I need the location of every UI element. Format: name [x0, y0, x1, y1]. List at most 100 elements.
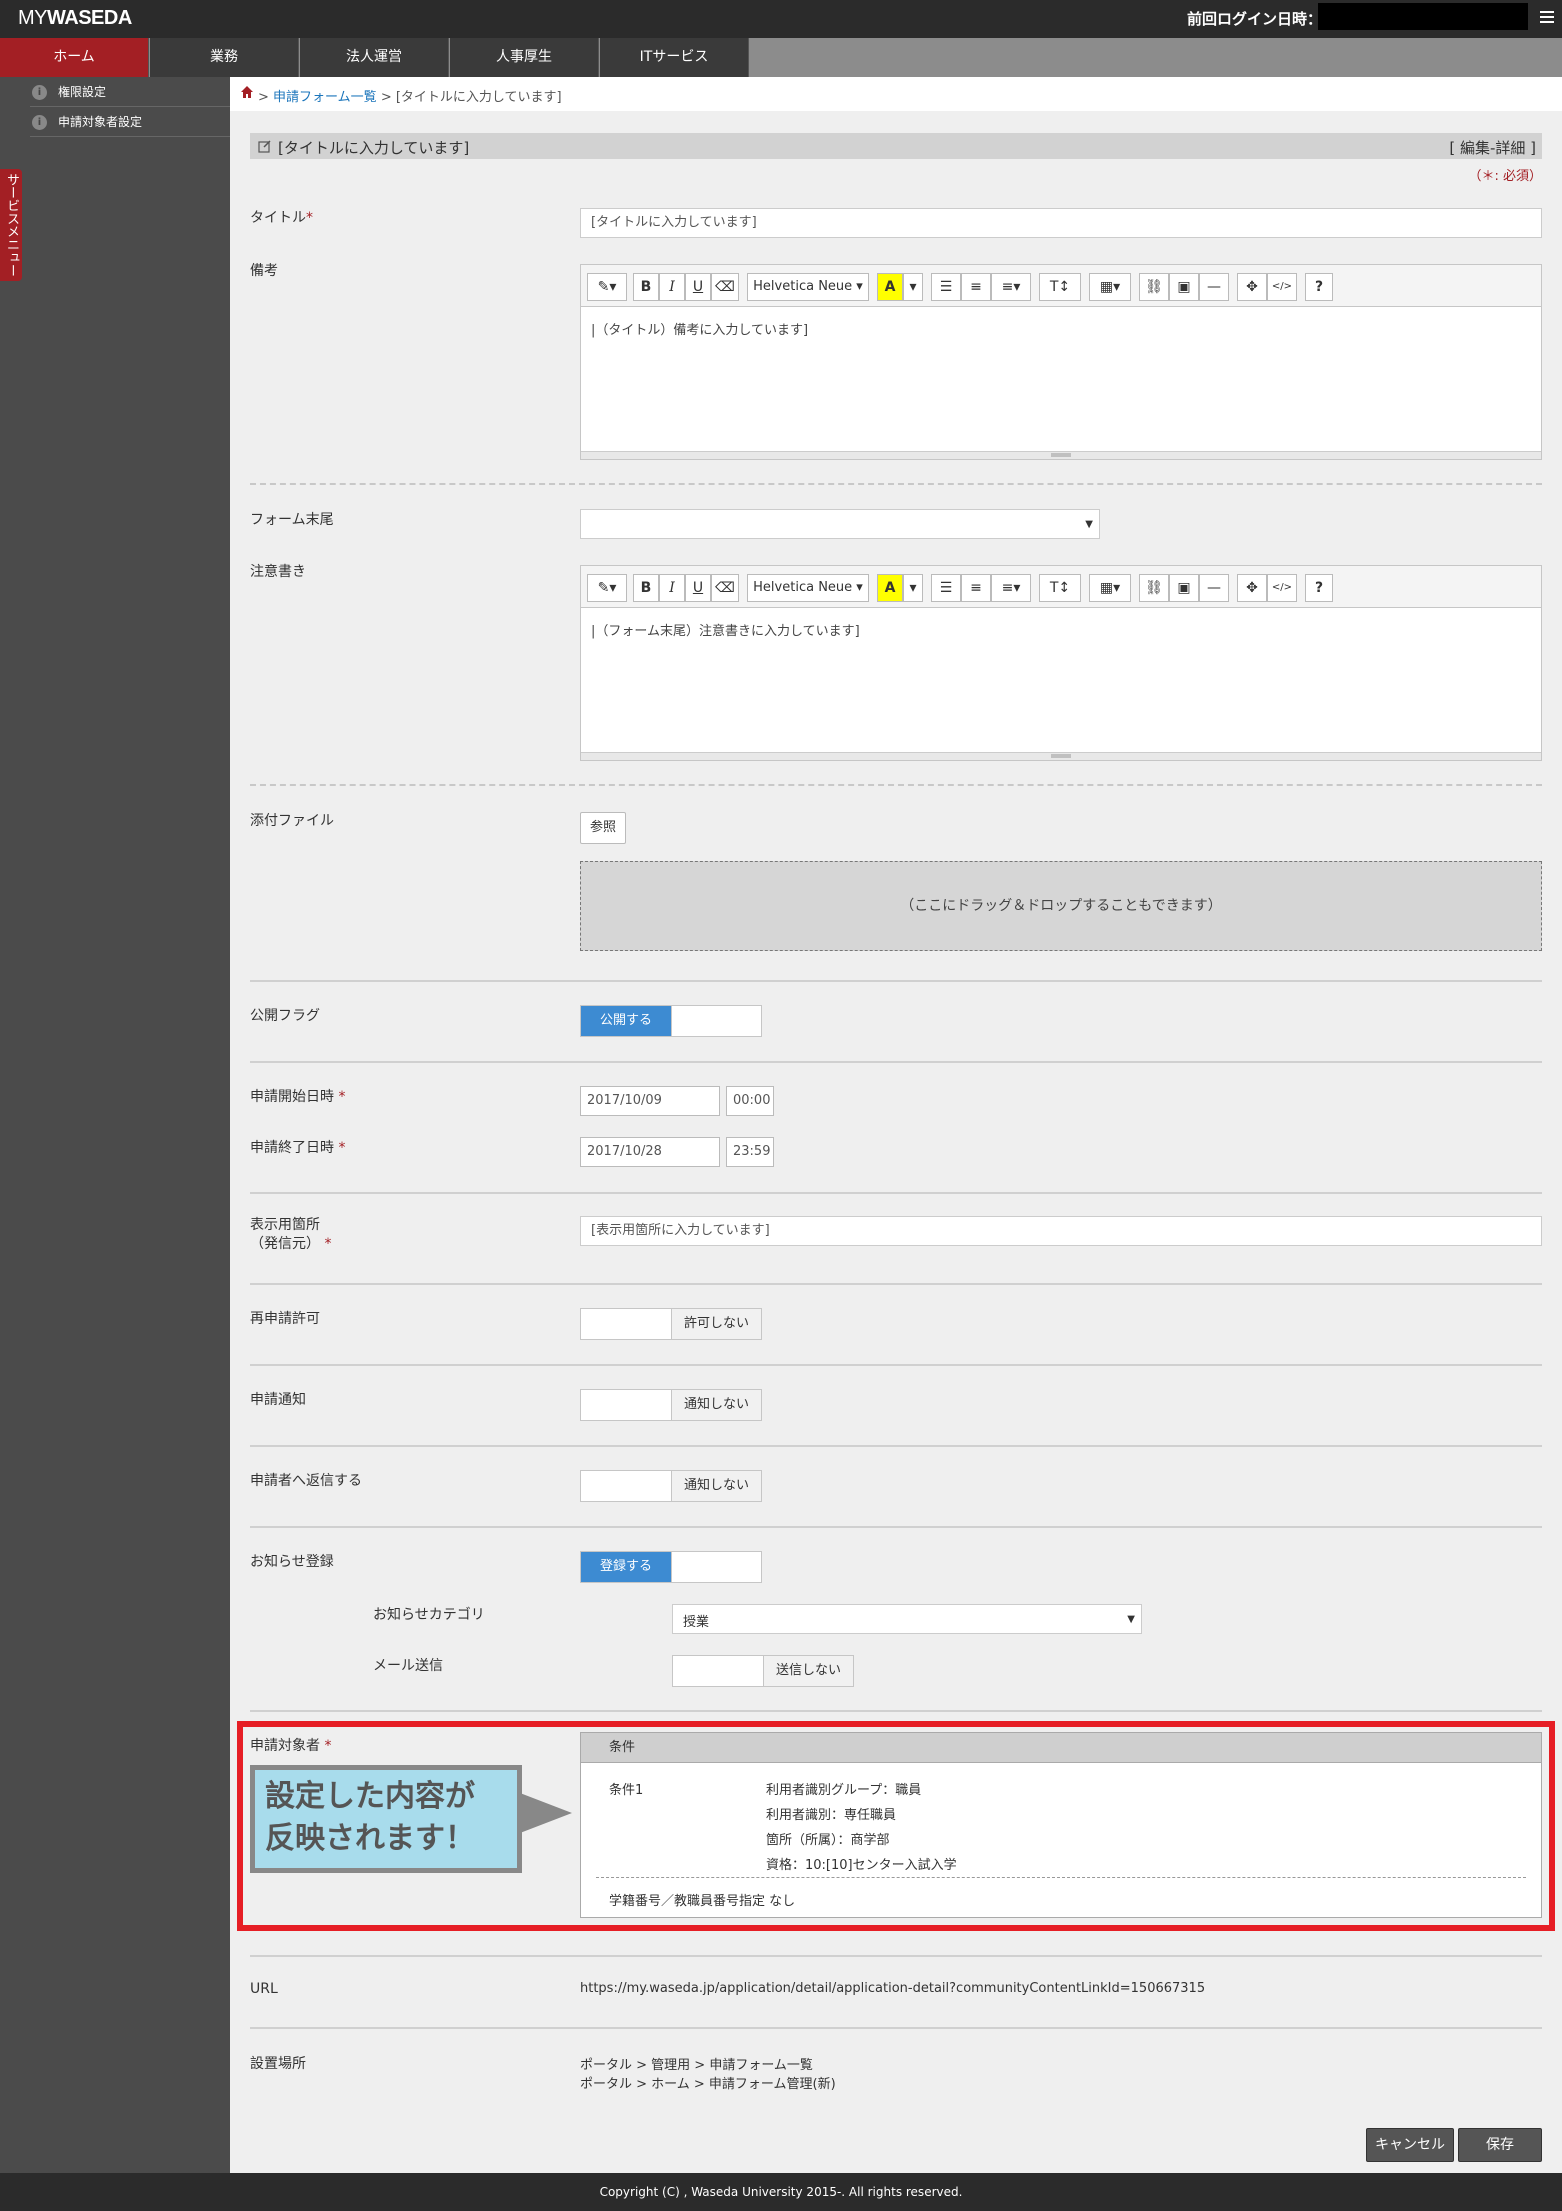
tab-business[interactable]: 業務	[150, 38, 299, 77]
tab-it-service[interactable]: ITサービス	[600, 38, 749, 77]
image-icon[interactable]: ▣	[1169, 574, 1199, 602]
magic-icon[interactable]: ✎▾	[587, 273, 627, 301]
remarks-editor-body[interactable]: |（タイトル）備考に入力しています]	[581, 307, 1541, 452]
mail-toggle-on[interactable]	[673, 1656, 763, 1686]
cancel-button[interactable]: キャンセル	[1366, 2128, 1454, 2162]
image-icon[interactable]: ▣	[1169, 273, 1199, 301]
service-menu-tab[interactable]: サービスメニュー	[0, 169, 22, 281]
news-toggle-on[interactable]: 登録する	[581, 1552, 671, 1582]
italic-button[interactable]: I	[659, 574, 685, 602]
tab-home[interactable]: ホーム	[0, 38, 149, 77]
reply-toggle-on[interactable]	[581, 1471, 671, 1501]
help-button[interactable]: ?	[1305, 574, 1333, 602]
title-input[interactable]: [タイトルに入力しています]	[580, 208, 1542, 238]
hr-icon[interactable]: —	[1199, 273, 1229, 301]
condition-line: 利用者識別グループ：職員	[766, 1783, 922, 1798]
divider	[250, 483, 1542, 485]
font-select[interactable]: Helvetica Neue ▾	[747, 574, 869, 602]
condition-line: 資格：10:[10]センター入試入学	[766, 1858, 957, 1873]
help-button[interactable]: ?	[1305, 273, 1333, 301]
italic-button[interactable]: I	[659, 273, 685, 301]
menu-icon[interactable]	[1540, 11, 1554, 25]
text-size-button[interactable]: T↕	[1039, 574, 1081, 602]
align-icon[interactable]: ≡▾	[991, 273, 1031, 301]
publish-toggle[interactable]: 公開する	[580, 1005, 762, 1037]
editor-resize-bar[interactable]	[581, 752, 1541, 760]
code-view-button[interactable]: </>	[1267, 574, 1297, 602]
display-input[interactable]: [表示用箇所に入力しています]	[580, 1216, 1542, 1246]
divider	[250, 1364, 1542, 1366]
location-label: 設置場所	[250, 2056, 306, 2072]
breadcrumb-link-form-list[interactable]: 申請フォーム一覧	[273, 90, 377, 105]
eraser-icon[interactable]: ⌫	[711, 273, 739, 301]
editor-resize-bar[interactable]	[581, 451, 1541, 459]
last-login-redacted	[1318, 3, 1528, 30]
magic-icon[interactable]: ✎▾	[587, 574, 627, 602]
notify-toggle[interactable]: 通知しない	[580, 1389, 762, 1421]
sidebar-item-target-settings[interactable]: i 申請対象者設定	[32, 108, 142, 136]
eraser-icon[interactable]: ⌫	[711, 574, 739, 602]
divider	[250, 2027, 1542, 2029]
numbered-list-icon[interactable]: ≡	[961, 273, 991, 301]
publish-label: 公開フラグ	[250, 1008, 320, 1024]
chevron-down-icon[interactable]: ▾	[903, 273, 923, 301]
code-view-button[interactable]: </>	[1267, 273, 1297, 301]
conditions-panel: 条件 条件1 利用者識別グループ：職員 利用者識別：専任職員 箇所（所属）：商学…	[580, 1732, 1542, 1918]
text-size-button[interactable]: T↕	[1039, 273, 1081, 301]
font-select[interactable]: Helvetica Neue ▾	[747, 273, 869, 301]
notify-toggle-off[interactable]: 通知しない	[671, 1390, 761, 1420]
chevron-down-icon[interactable]: ▾	[903, 574, 923, 602]
align-icon[interactable]: ≡▾	[991, 574, 1031, 602]
publish-toggle-off[interactable]	[671, 1006, 761, 1036]
notify-toggle-on[interactable]	[581, 1390, 671, 1420]
underline-button[interactable]: U	[685, 273, 711, 301]
numbered-list-icon[interactable]: ≡	[961, 574, 991, 602]
form-tail-select[interactable]: ▼	[580, 509, 1100, 539]
start-time-input[interactable]: 00:00	[726, 1086, 774, 1116]
divider	[250, 1283, 1542, 1285]
news-category-label: お知らせカテゴリ	[373, 1607, 485, 1623]
divider	[250, 784, 1542, 786]
main-nav: ホーム 業務 法人運営 人事厚生 ITサービス	[0, 38, 1562, 77]
news-toggle-off[interactable]	[671, 1552, 761, 1582]
news-category-select[interactable]: 授業 ▼	[672, 1604, 1142, 1634]
bold-button[interactable]: B	[633, 574, 659, 602]
table-icon[interactable]: ▦▾	[1089, 273, 1131, 301]
dropzone[interactable]: （ここにドラッグ＆ドロップすることもできます）	[580, 861, 1542, 951]
link-icon[interactable]: ⛓	[1139, 273, 1169, 301]
browse-button[interactable]: 参照	[580, 812, 626, 844]
highlight-button[interactable]: A	[877, 273, 903, 301]
fullscreen-icon[interactable]: ✥	[1237, 574, 1267, 602]
condition-line: 箇所（所属）：商学部	[766, 1833, 890, 1848]
start-date-input[interactable]: 2017/10/09	[580, 1086, 720, 1116]
tab-corporate[interactable]: 法人運営	[300, 38, 449, 77]
editor-toolbar: ✎▾ B I U ⌫ Helvetica Neue ▾ A ▾ ☰ ≡ ≡▾ T…	[581, 566, 1541, 608]
bullet-list-icon[interactable]: ☰	[931, 273, 961, 301]
bold-button[interactable]: B	[633, 273, 659, 301]
home-icon[interactable]	[240, 85, 254, 99]
mail-toggle[interactable]: 送信しない	[672, 1655, 854, 1687]
reapply-toggle-off[interactable]: 許可しない	[671, 1309, 761, 1339]
end-time-input[interactable]: 23:59	[726, 1137, 774, 1167]
highlight-button[interactable]: A	[877, 574, 903, 602]
reply-toggle-off[interactable]: 通知しない	[671, 1471, 761, 1501]
reapply-toggle-on[interactable]	[581, 1309, 671, 1339]
bullet-list-icon[interactable]: ☰	[931, 574, 961, 602]
mail-toggle-off[interactable]: 送信しない	[763, 1656, 853, 1686]
news-toggle[interactable]: 登録する	[580, 1551, 762, 1583]
reply-toggle[interactable]: 通知しない	[580, 1470, 762, 1502]
notes-editor-body[interactable]: |（フォーム末尾）注意書きに入力しています]	[581, 608, 1541, 753]
end-date-input[interactable]: 2017/10/28	[580, 1137, 720, 1167]
save-button[interactable]: 保存	[1458, 2128, 1542, 2162]
sidebar-divider	[30, 136, 230, 137]
publish-toggle-on[interactable]: 公開する	[581, 1006, 671, 1036]
fullscreen-icon[interactable]: ✥	[1237, 273, 1267, 301]
table-icon[interactable]: ▦▾	[1089, 574, 1131, 602]
underline-button[interactable]: U	[685, 574, 711, 602]
hr-icon[interactable]: —	[1199, 574, 1229, 602]
logo[interactable]: MYWASEDA	[18, 7, 132, 30]
sidebar-item-permissions[interactable]: i 権限設定	[32, 78, 106, 106]
link-icon[interactable]: ⛓	[1139, 574, 1169, 602]
reapply-toggle[interactable]: 許可しない	[580, 1308, 762, 1340]
tab-hr[interactable]: 人事厚生	[450, 38, 599, 77]
